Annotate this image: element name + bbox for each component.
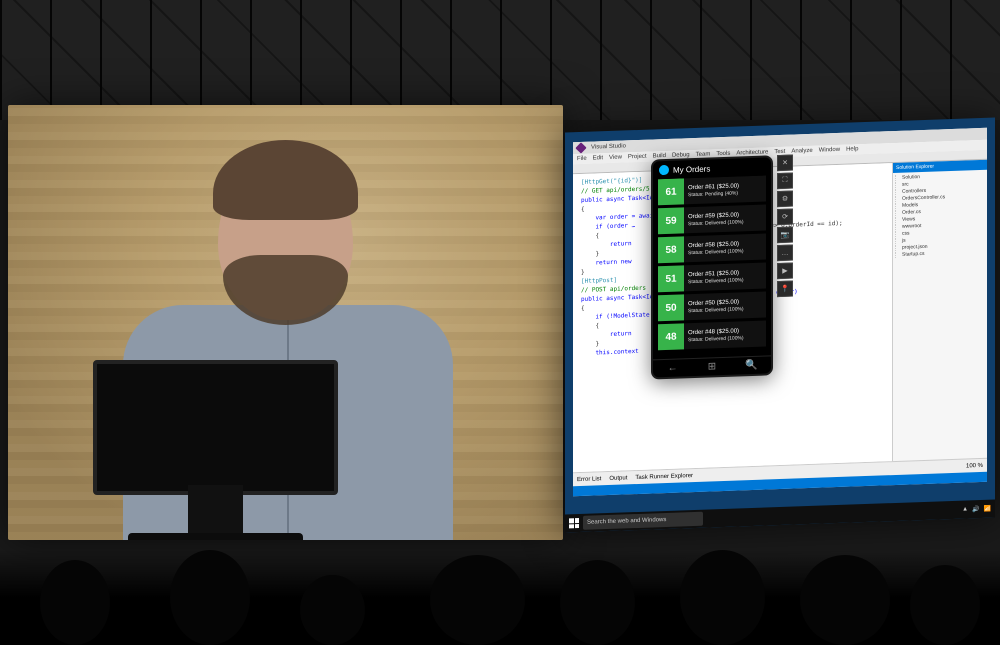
menu-item[interactable]: Window — [819, 147, 840, 154]
order-status: Status: Delivered (100%) — [688, 276, 762, 285]
phone-softkeys: ← ⊞ 🔍 — [653, 355, 771, 377]
windows-taskbar: Search the web and Windows ▲ 🔊 📶 — [565, 499, 995, 532]
emulator-tool-button[interactable]: … — [777, 245, 793, 262]
order-status: Status: Delivered (100%) — [688, 218, 762, 227]
zoom-level: 100 % — [966, 462, 983, 469]
order-status: Status: Delivered (100%) — [688, 305, 762, 314]
menu-item[interactable]: Analyze — [791, 148, 812, 155]
solution-tree[interactable]: Solutionsrc Controllers OrdersController… — [893, 170, 987, 461]
menu-item[interactable]: Project — [628, 154, 647, 161]
menu-item[interactable]: View — [609, 155, 622, 161]
app-title: My Orders — [673, 164, 710, 174]
order-row[interactable]: 58Order #58 ($25.00)Status: Delivered (1… — [658, 233, 766, 263]
start-button-icon[interactable] — [569, 518, 579, 528]
order-info: Order #50 ($25.00)Status: Delivered (100… — [684, 291, 766, 320]
menu-item[interactable]: File — [577, 156, 587, 162]
tray-icon[interactable]: 🔊 — [972, 506, 979, 513]
tray-icon[interactable]: ▲ — [962, 506, 968, 513]
emulator-tool-button[interactable]: ⛶ — [777, 173, 793, 190]
vs-logo-icon — [575, 142, 586, 153]
emulator-tool-button[interactable]: ⚙ — [777, 191, 793, 208]
emulator-tool-button[interactable]: ✕ — [777, 155, 793, 172]
tray-icon[interactable]: 📶 — [984, 505, 991, 512]
taskbar-search-placeholder: Search the web and Windows — [587, 517, 666, 526]
order-info: Order #61 ($25.00)Status: Pending (40%) — [684, 175, 766, 204]
order-row[interactable]: 50Order #50 ($25.00)Status: Delivered (1… — [658, 291, 766, 321]
order-row[interactable]: 61Order #61 ($25.00)Status: Pending (40%… — [658, 175, 766, 205]
taskbar-search[interactable]: Search the web and Windows — [583, 512, 703, 530]
menu-item[interactable]: Edit — [593, 155, 603, 161]
order-number-tile: 51 — [658, 265, 684, 292]
order-row[interactable]: 51Order #51 ($25.00)Status: Delivered (1… — [658, 262, 766, 292]
audience-silhouette — [0, 550, 1000, 645]
order-info: Order #58 ($25.00)Status: Delivered (100… — [684, 233, 766, 262]
order-info: Order #48 ($25.00)Status: Delivered (100… — [684, 320, 766, 349]
order-status: Status: Delivered (100%) — [688, 334, 762, 343]
bottom-tab[interactable]: Task Runner Explorer — [635, 473, 693, 481]
emulator-tool-button[interactable]: 📍 — [777, 281, 793, 298]
podium-monitor — [93, 360, 338, 540]
order-number-tile: 48 — [658, 323, 684, 350]
order-info: Order #59 ($25.00)Status: Delivered (100… — [684, 204, 766, 233]
order-number-tile: 61 — [658, 178, 684, 205]
order-row[interactable]: 48Order #48 ($25.00)Status: Delivered (1… — [658, 320, 766, 350]
presenter-projection — [8, 105, 563, 540]
phone-emulator[interactable]: My Orders 61Order #61 ($25.00)Status: Pe… — [651, 155, 773, 379]
app-icon — [659, 165, 669, 175]
desktop-projection: Visual Studio File Edit View Project Bui… — [565, 117, 995, 532]
order-number-tile: 50 — [658, 294, 684, 321]
emulator-tool-button[interactable]: ▶ — [777, 263, 793, 280]
order-status: Status: Delivered (100%) — [688, 247, 762, 256]
bottom-tab[interactable]: Error List — [577, 476, 601, 483]
back-key-icon[interactable]: ← — [653, 359, 692, 377]
order-number-tile: 59 — [658, 207, 684, 234]
menu-item[interactable]: Help — [846, 146, 858, 152]
emulator-toolbar: ✕⛶⚙⟳📷…▶📍 — [777, 155, 793, 298]
order-row[interactable]: 59Order #59 ($25.00)Status: Delivered (1… — [658, 204, 766, 234]
solution-explorer-pane: Solution Explorer Solutionsrc Controller… — [892, 160, 987, 461]
order-status: Status: Pending (40%) — [688, 189, 762, 198]
order-info: Order #51 ($25.00)Status: Delivered (100… — [684, 262, 766, 291]
order-number-tile: 58 — [658, 236, 684, 263]
stage-ceiling — [0, 0, 1000, 120]
emulator-tool-button[interactable]: 📷 — [777, 227, 793, 244]
taskbar-tray: ▲ 🔊 📶 — [962, 505, 991, 513]
search-key-icon[interactable]: 🔍 — [732, 356, 771, 374]
home-key-icon[interactable]: ⊞ — [692, 358, 731, 376]
bottom-tab[interactable]: Output — [609, 475, 627, 482]
orders-list[interactable]: 61Order #61 ($25.00)Status: Pending (40%… — [653, 175, 771, 359]
vs-title: Visual Studio — [591, 143, 626, 150]
emulator-tool-button[interactable]: ⟳ — [777, 209, 793, 226]
